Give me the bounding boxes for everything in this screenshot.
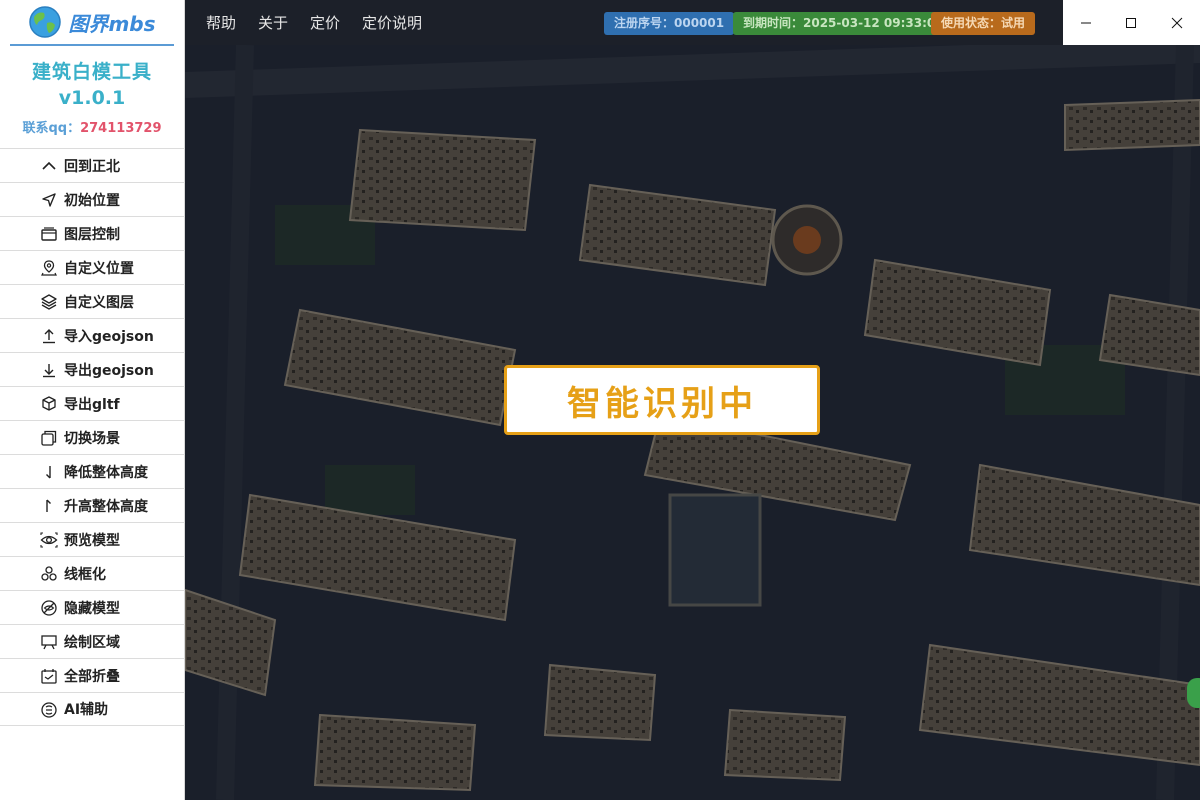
- sidebar-item-preview-model[interactable]: 预览模型: [0, 522, 185, 556]
- app-title: 建筑白模工具: [31, 61, 152, 83]
- menu-help[interactable]: 帮助: [206, 12, 236, 33]
- sidebar-item-label: 隐藏模型: [64, 600, 120, 617]
- sidebar-item-ai-assist[interactable]: AI辅助: [0, 692, 185, 726]
- menu-pricing[interactable]: 定价: [310, 12, 340, 33]
- navigation-arrow-icon: [42, 193, 56, 207]
- chevron-up-icon: [42, 161, 56, 170]
- sidebar-item-label: 切换场景: [64, 430, 120, 447]
- sidebar-item-initial-position[interactable]: 初始位置: [0, 182, 185, 216]
- sidebar-item-label: 回到正北: [64, 158, 120, 175]
- green-edge-marker-icon[interactable]: [1187, 678, 1200, 708]
- menu-pricing-info[interactable]: 定价说明: [362, 12, 422, 33]
- map-pin-icon: [41, 260, 57, 276]
- top-menu-bar: 帮助 关于 定价 定价说明 注册序号：000001 到期时间：2025-03-1…: [185, 0, 1063, 45]
- sidebar-item-collapse-all[interactable]: 全部折叠: [0, 658, 185, 692]
- sidebar-item-label: 导出geojson: [64, 362, 154, 379]
- sidebar-item-custom-position[interactable]: 自定义位置: [0, 250, 185, 284]
- wireframe-icon: [41, 566, 57, 581]
- draw-area-icon: [41, 635, 57, 650]
- sidebar-item-export-geojson[interactable]: 导出geojson: [0, 352, 185, 386]
- eye-off-icon: [41, 600, 57, 616]
- sidebar-item-switch-scene[interactable]: 切换场景: [0, 420, 185, 454]
- layers-box-icon: [41, 227, 57, 241]
- sidebar-item-hide-model[interactable]: 隐藏模型: [0, 590, 185, 624]
- logo: 图界mbs: [10, 0, 174, 46]
- ai-brain-icon: [41, 702, 57, 718]
- sidebar-item-import-geojson[interactable]: 导入geojson: [0, 318, 185, 352]
- sidebar: 图界mbs 建筑白模工具 v1.0.1 联系qq：274113729 回到正北 …: [0, 0, 185, 800]
- recognizing-overlay: 智能识别中: [504, 365, 820, 435]
- sidebar-item-label: 降低整体高度: [64, 464, 148, 481]
- sidebar-item-export-gltf[interactable]: 导出gltf: [0, 386, 185, 420]
- sidebar-item-label: 导出gltf: [64, 396, 120, 413]
- cube-icon: [42, 396, 56, 411]
- maximize-button[interactable]: [1109, 0, 1155, 45]
- sidebar-menu: 回到正北 初始位置 图层控制 自定义位置 自定义图层 导入geojson 导出g…: [0, 148, 185, 726]
- status-badge: 使用状态：试用: [931, 12, 1036, 35]
- minimize-icon: [1080, 22, 1091, 23]
- raise-height-icon: [46, 499, 51, 512]
- switch-scene-icon: [41, 430, 57, 446]
- sidebar-item-label: 导入geojson: [64, 328, 154, 345]
- sidebar-item-label: 升高整体高度: [64, 498, 148, 515]
- sidebar-item-label: 线框化: [64, 566, 106, 583]
- registration-badge: 注册序号：000001: [604, 12, 735, 35]
- sidebar-item-reset-north[interactable]: 回到正北: [0, 148, 185, 182]
- logo-text: 图界mbs: [68, 11, 156, 36]
- sidebar-item-lower-height[interactable]: 降低整体高度: [0, 454, 185, 488]
- sidebar-item-label: 预览模型: [64, 532, 120, 549]
- sidebar-item-layer-control[interactable]: 图层控制: [0, 216, 185, 250]
- download-icon: [43, 364, 55, 378]
- menu-about[interactable]: 关于: [258, 12, 288, 33]
- app-version: v1.0.1: [58, 87, 126, 109]
- close-button[interactable]: [1154, 0, 1200, 45]
- minimize-button[interactable]: [1063, 0, 1109, 45]
- recognizing-text: 智能识别中: [567, 383, 757, 424]
- sidebar-item-raise-height[interactable]: 升高整体高度: [0, 488, 185, 522]
- close-icon: [1171, 17, 1183, 28]
- upload-icon: [43, 329, 55, 344]
- maximize-icon: [1126, 17, 1137, 28]
- lower-height-icon: [46, 466, 51, 479]
- contact-qq-number: 274113729: [80, 121, 162, 136]
- sidebar-item-label: 绘制区域: [64, 634, 120, 651]
- collapse-all-icon: [41, 669, 57, 684]
- sidebar-item-label: 初始位置: [64, 192, 120, 209]
- eye-icon: [40, 532, 58, 548]
- sidebar-item-draw-area[interactable]: 绘制区域: [0, 624, 185, 658]
- sidebar-item-label: 自定义图层: [64, 294, 134, 311]
- sidebar-item-label: AI辅助: [64, 702, 109, 718]
- sidebar-item-label: 图层控制: [64, 226, 120, 243]
- sidebar-item-custom-layer[interactable]: 自定义图层: [0, 284, 185, 318]
- expiry-badge: 到期时间：2025-03-12 09:33:01: [733, 12, 954, 35]
- window-controls: [1063, 0, 1200, 45]
- sidebar-item-label: 全部折叠: [64, 668, 120, 685]
- contact-label: 联系qq：: [22, 121, 81, 136]
- sidebar-item-wireframe[interactable]: 线框化: [0, 556, 185, 590]
- globe-logo-icon: [29, 6, 62, 38]
- stack-layers-icon: [41, 294, 57, 310]
- sidebar-item-label: 自定义位置: [64, 260, 134, 277]
- contact-info: 联系qq：274113729: [0, 117, 184, 137]
